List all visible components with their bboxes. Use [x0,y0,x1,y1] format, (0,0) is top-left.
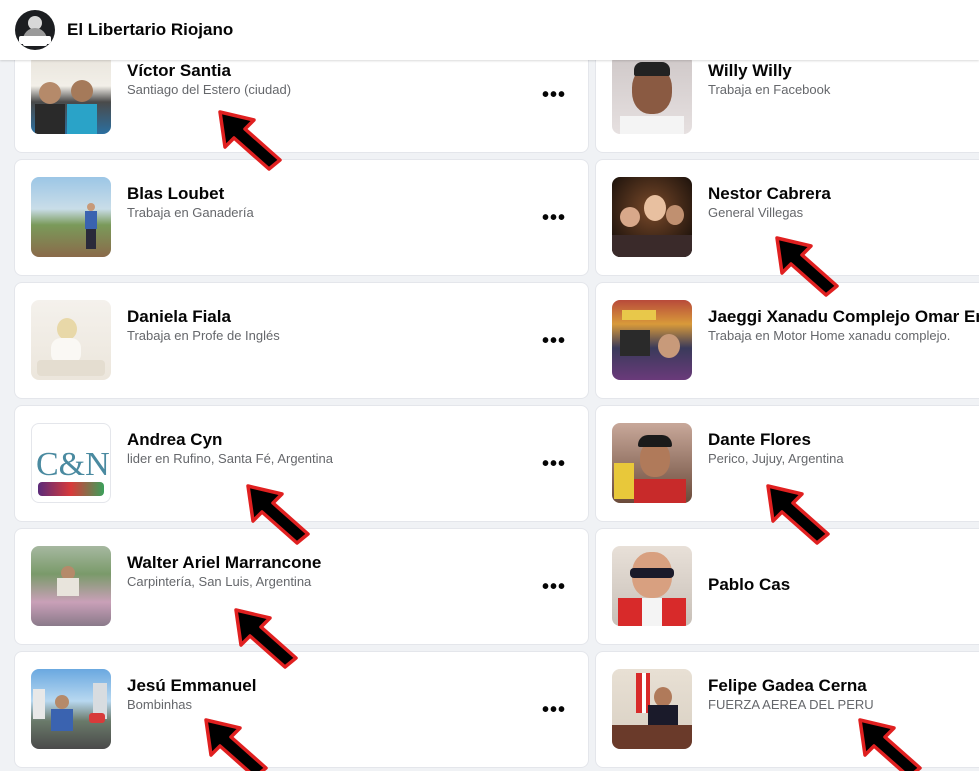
friend-subtitle: lider en Rufino, Santa Fé, Argentina [127,451,333,466]
friend-photo[interactable] [31,546,111,626]
friend-photo[interactable] [31,669,111,749]
friend-name[interactable]: Willy Willy [708,61,792,81]
friend-photo[interactable] [612,177,692,257]
friend-subtitle: Bombinhas [127,697,193,712]
friend-photo[interactable] [612,546,692,626]
annotation-arrow [218,110,282,171]
friend-card[interactable]: Blas Loubet Trabaja en Ganadería ••• [14,159,589,276]
annotation-arrow [775,236,839,297]
annotation-arrow [204,718,268,771]
friend-subtitle: Trabaja en Facebook [708,82,831,97]
friend-subtitle: General Villegas [708,205,804,220]
friend-name[interactable]: Jaeggi Xanadu Complejo Omar Enze [708,307,979,327]
friend-subtitle: Trabaja en Profe de Inglés [127,328,280,343]
friend-photo[interactable] [31,300,111,380]
friend-name[interactable]: Nestor Cabrera [708,184,831,204]
page-avatar[interactable] [15,10,55,50]
friend-photo[interactable] [612,54,692,134]
annotation-arrow [766,484,830,545]
friend-name[interactable]: Andrea Cyn [127,430,222,450]
annotation-arrow [234,608,298,669]
friend-subtitle: Perico, Jujuy, Argentina [708,451,844,466]
friend-subtitle: Trabaja en Motor Home xanadu complejo. [708,328,951,343]
more-options-icon[interactable]: ••• [536,323,572,359]
friend-photo[interactable] [31,177,111,257]
more-options-icon[interactable]: ••• [536,77,572,113]
friend-subtitle: FUERZA AEREA DEL PERU [708,697,874,712]
logo-lettering: C&N [36,446,110,483]
more-options-icon[interactable]: ••• [536,446,572,482]
friend-name[interactable]: Felipe Gadea Cerna [708,676,867,696]
friend-subtitle: Trabaja en Ganadería [127,205,254,220]
friend-photo[interactable]: C&N [31,423,111,503]
more-options-icon[interactable]: ••• [536,692,572,728]
friend-name[interactable]: Daniela Fiala [127,307,231,327]
friend-name[interactable]: Dante Flores [708,430,811,450]
friend-name[interactable]: Jesú Emmanuel [127,676,256,696]
friend-subtitle: Santiago del Estero (ciudad) [127,82,292,97]
friend-name[interactable]: Walter Ariel Marrancone [127,553,321,573]
friend-photo[interactable] [31,54,111,134]
more-options-icon[interactable]: ••• [536,200,572,236]
page-title[interactable]: El Libertario Riojano [67,20,233,40]
friend-name[interactable]: Víctor Santia [127,61,231,81]
more-options-icon[interactable]: ••• [536,569,572,605]
friend-name[interactable]: Pablo Cas [708,575,790,595]
friend-name[interactable]: Blas Loubet [127,184,224,204]
friend-card[interactable]: Jaeggi Xanadu Complejo Omar Enze Trabaja… [595,282,979,399]
annotation-arrow [246,484,310,545]
friend-photo[interactable] [612,423,692,503]
friend-card[interactable]: Daniela Fiala Trabaja en Profe de Inglés… [14,282,589,399]
friend-photo[interactable] [612,669,692,749]
friend-subtitle: Carpintería, San Luis, Argentina [127,574,312,589]
friend-photo[interactable] [612,300,692,380]
page-header: El Libertario Riojano [0,0,979,60]
annotation-arrow [858,718,922,771]
